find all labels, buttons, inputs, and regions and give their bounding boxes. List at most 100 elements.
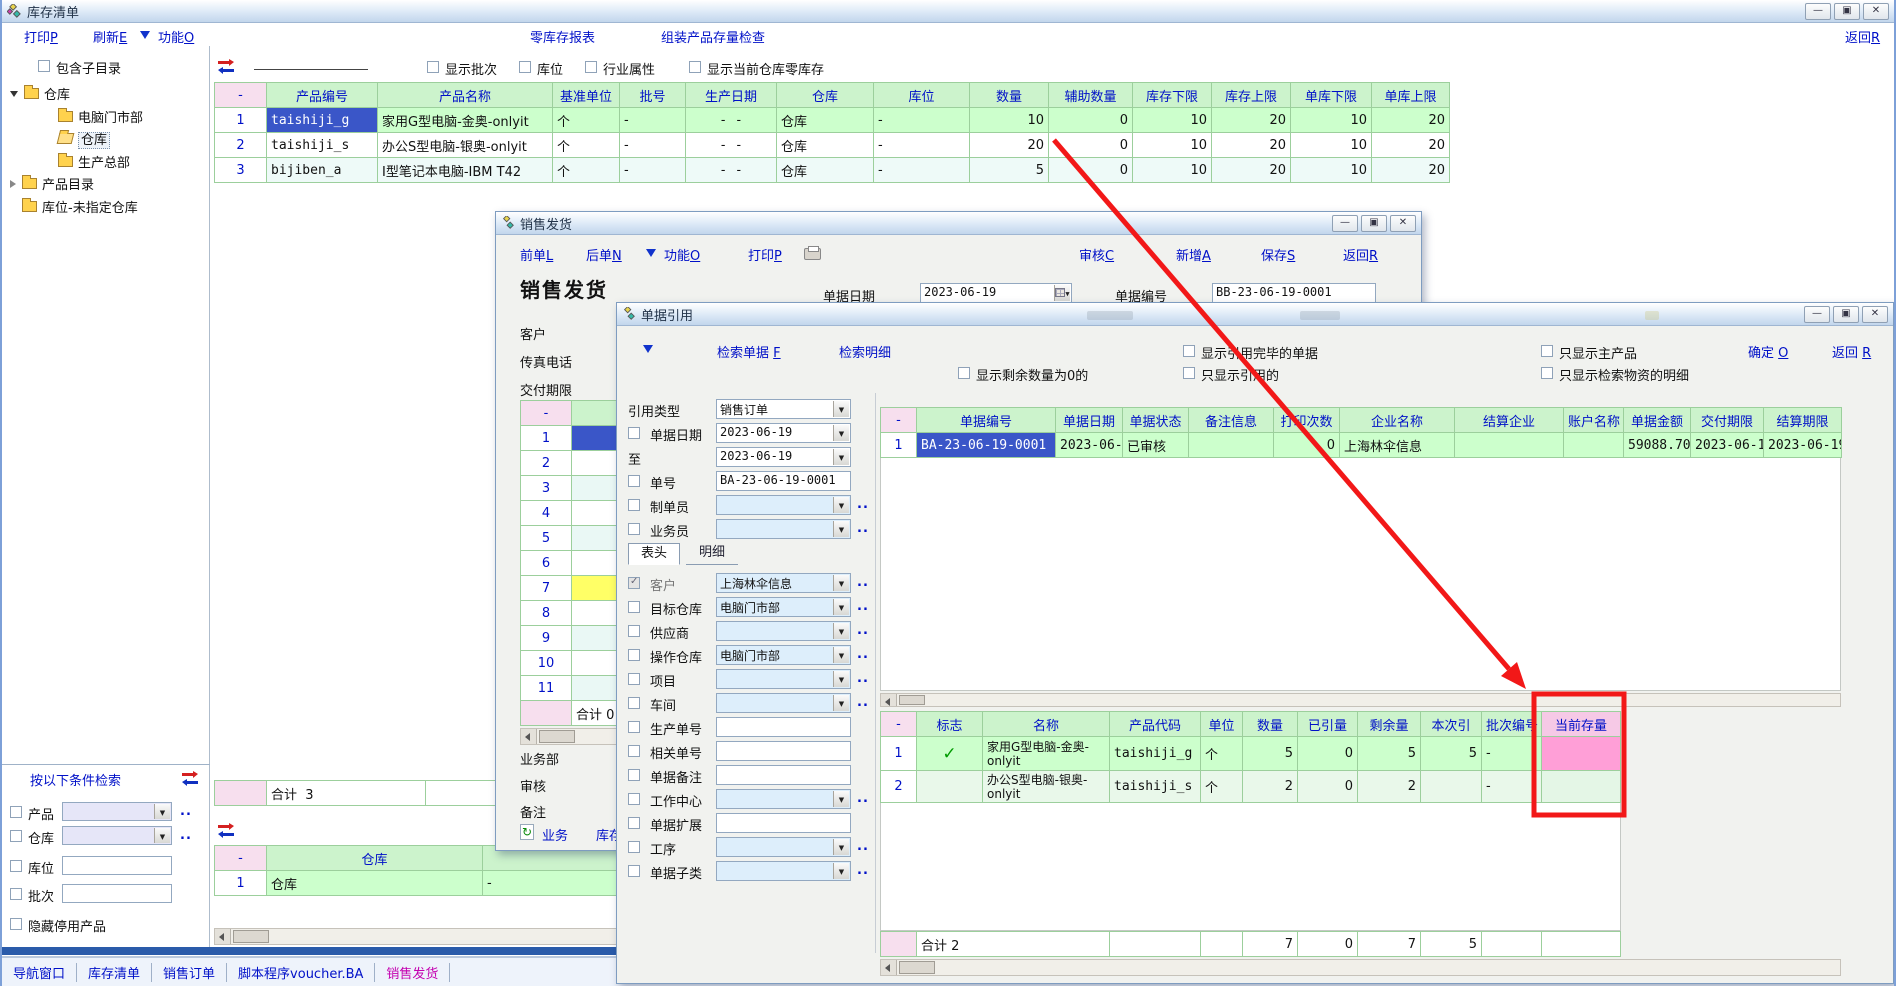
- column-header[interactable]: 单据金额: [1624, 408, 1691, 433]
- lookup-ellipsis-link[interactable]: ..: [857, 521, 869, 536]
- print-button[interactable]: 打印P: [24, 27, 58, 46]
- close-icon[interactable]: ✕: [1862, 306, 1888, 323]
- search-combo[interactable]: ▼: [62, 826, 172, 845]
- 工序-checkbox[interactable]: [628, 841, 640, 853]
- column-header[interactable]: 账户名称: [1564, 408, 1624, 433]
- 单据扩展-field[interactable]: [716, 813, 851, 833]
- 业务员-field[interactable]: ▼: [716, 519, 851, 539]
- chevron-down-icon[interactable]: ▼: [833, 623, 849, 639]
- close-icon[interactable]: ✕: [1863, 3, 1889, 20]
- column-header[interactable]: 单据日期: [1056, 408, 1123, 433]
- refresh-button[interactable]: 刷新E: [93, 27, 127, 46]
- sidebar-item-4[interactable]: 产品目录: [10, 174, 94, 194]
- 单据日期-field[interactable]: 2023-06-19▼: [716, 423, 851, 443]
- 单据子类-field[interactable]: ▼: [716, 861, 851, 881]
- search-input[interactable]: [62, 884, 172, 903]
- remain-zero-checkbox[interactable]: [958, 367, 970, 379]
- sidebar-item-0[interactable]: 仓库: [10, 84, 70, 104]
- 客户-field[interactable]: 上海林伞信息▼: [716, 573, 851, 593]
- scroll-thumb[interactable]: [899, 961, 935, 974]
- 目标仓库-field[interactable]: 电脑门市部▼: [716, 597, 851, 617]
- maximize-icon[interactable]: ▣: [1834, 3, 1860, 20]
- maximize-icon[interactable]: ▣: [1833, 306, 1859, 323]
- prev-doc-button[interactable]: 前单L: [520, 245, 553, 264]
- show-batch-checkbox[interactable]: [427, 61, 439, 73]
- column-header[interactable]: 单据编号: [917, 408, 1056, 433]
- 生产单号-checkbox[interactable]: [628, 721, 640, 733]
- tab-header[interactable]: 表头: [628, 543, 680, 565]
- sidebar-item-2[interactable]: 仓库: [58, 129, 110, 149]
- doc-no-field[interactable]: BB-23-06-19-0001: [1212, 283, 1376, 303]
- column-header[interactable]: 产品名称: [378, 83, 553, 108]
- column-header[interactable]: 辅助数量: [1049, 83, 1133, 108]
- column-header[interactable]: 库位: [874, 83, 970, 108]
- chevron-down-icon[interactable]: ▼: [154, 828, 170, 843]
- search-doc-button[interactable]: 检索单据 F: [717, 342, 781, 361]
- scroll-thumb[interactable]: [899, 695, 925, 705]
- 制单员-field[interactable]: ▼: [716, 495, 851, 515]
- column-header[interactable]: 名称: [983, 712, 1110, 737]
- chevron-down-icon[interactable]: ▼: [833, 671, 849, 687]
- dialog-horizontal-scrollbar[interactable]: [880, 959, 1841, 976]
- chevron-down-icon[interactable]: ▼: [833, 521, 849, 537]
- zero-stock-report-link[interactable]: 零库存报表: [530, 27, 595, 46]
- column-header[interactable]: 备注信息: [1189, 408, 1274, 433]
- print-button[interactable]: 打印P: [748, 245, 782, 264]
- 操作仓库-checkbox[interactable]: [628, 649, 640, 661]
- industry-attr-checkbox[interactable]: [585, 61, 597, 73]
- taskbar-item[interactable]: 销售发货: [375, 963, 450, 982]
- column-header[interactable]: 产品编号: [267, 83, 378, 108]
- 批次-checkbox[interactable]: [10, 888, 22, 900]
- table-row[interactable]: 2办公S型电脑-银奥-onlyittaishiji_s个202-: [881, 771, 1621, 803]
- column-header[interactable]: 生产日期: [686, 83, 777, 108]
- column-header[interactable]: 批号: [620, 83, 686, 108]
- column-header[interactable]: 结算期限: [1764, 408, 1842, 433]
- save-button[interactable]: 保存S: [1261, 245, 1295, 264]
- column-header[interactable]: 单位: [1201, 712, 1243, 737]
- taskbar-item[interactable]: 脚本程序voucher.BA: [227, 963, 375, 982]
- scroll-left-icon[interactable]: [215, 929, 231, 944]
- 工作中心-checkbox[interactable]: [628, 793, 640, 805]
- column-header[interactable]: 库存上限: [1212, 83, 1291, 108]
- 至-field[interactable]: 2023-06-19▼: [716, 447, 851, 467]
- lookup-ellipsis-link[interactable]: ..: [857, 599, 869, 614]
- minimize-icon[interactable]: —: [1805, 3, 1831, 20]
- 项目-field[interactable]: ▼: [716, 669, 851, 689]
- chevron-down-icon[interactable]: ▼: [154, 804, 170, 819]
- column-header[interactable]: 单库上限: [1372, 83, 1450, 108]
- column-header[interactable]: 标志: [917, 712, 983, 737]
- tab-business[interactable]: 业务: [542, 825, 568, 844]
- tree-collapsed-icon[interactable]: [10, 180, 16, 188]
- ok-button[interactable]: 确定 O: [1748, 342, 1788, 361]
- lookup-ellipsis-link[interactable]: ..: [857, 647, 869, 662]
- 项目-checkbox[interactable]: [628, 673, 640, 685]
- chevron-down-icon[interactable]: ▼: [833, 695, 849, 711]
- column-header[interactable]: 仓库: [267, 846, 483, 871]
- current-stock-column-header[interactable]: 当前存量: [1542, 712, 1621, 737]
- search-input[interactable]: [62, 856, 172, 875]
- chevron-down-icon[interactable]: ▼: [833, 791, 849, 807]
- column-header[interactable]: 单库下限: [1291, 83, 1372, 108]
- column-header[interactable]: -: [881, 408, 917, 433]
- 操作仓库-field[interactable]: 电脑门市部▼: [716, 645, 851, 665]
- lookup-ellipsis-link[interactable]: ..: [180, 804, 192, 819]
- only-referenced-checkbox[interactable]: [1183, 367, 1195, 379]
- back-button[interactable]: 返回R: [1343, 245, 1378, 264]
- chevron-down-icon[interactable]: ▼: [833, 449, 849, 465]
- chevron-down-icon[interactable]: ▼: [833, 401, 849, 417]
- refresh-doc-icon[interactable]: ↻: [520, 824, 534, 840]
- search-combo[interactable]: ▼: [62, 802, 172, 821]
- search-detail-button[interactable]: 检索明细: [839, 342, 891, 361]
- quick-filter-input[interactable]: [254, 56, 368, 70]
- column-header[interactable]: 产品代码: [1110, 712, 1201, 737]
- table-row[interactable]: 3bijiben_aI型笔记本电脑-IBM T42个-- -仓库-5010201…: [215, 158, 1450, 183]
- maximize-icon[interactable]: ▣: [1361, 215, 1387, 232]
- column-header[interactable]: 仓库: [777, 83, 874, 108]
- column-header[interactable]: 库存下限: [1133, 83, 1212, 108]
- add-button[interactable]: 新增A: [1176, 245, 1211, 264]
- assembly-stock-check-link[interactable]: 组装产品存量检查: [661, 27, 765, 46]
- include-subdir-checkbox[interactable]: [38, 60, 50, 72]
- chevron-down-icon[interactable]: ▼: [833, 497, 849, 513]
- swap-arrows-icon[interactable]: [218, 60, 235, 72]
- location-checkbox[interactable]: [519, 61, 531, 73]
